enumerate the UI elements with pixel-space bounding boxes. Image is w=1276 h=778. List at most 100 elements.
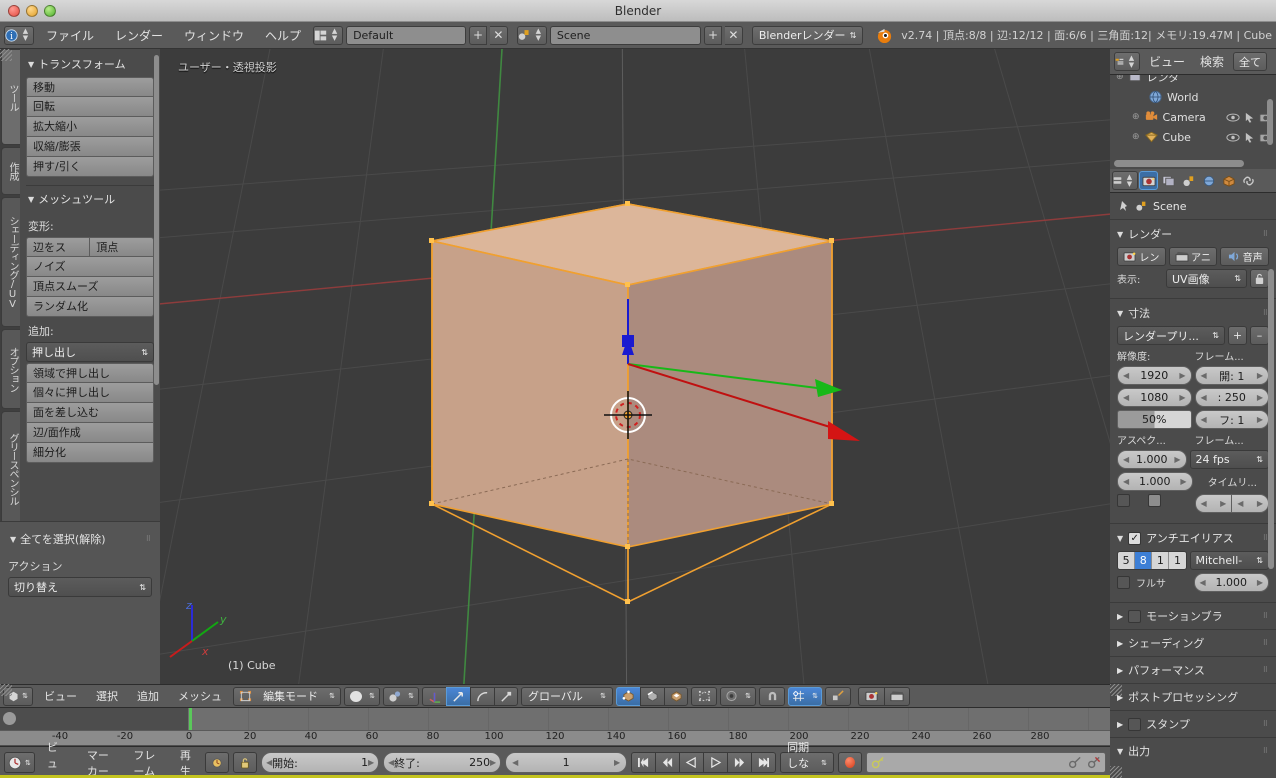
tab-tools[interactable]: ツール (1, 49, 20, 145)
timeline-menu-playback[interactable]: 再生 (172, 747, 201, 778)
editor-type-properties-icon[interactable]: ▲ ▼ (1112, 171, 1138, 190)
delete-screen-button[interactable]: ✕ (489, 25, 508, 45)
editor-type-info-icon[interactable]: i ▲ ▼ (4, 25, 34, 45)
current-frame-field[interactable]: ◀ 1 ▶ (505, 752, 628, 773)
viewport-shading-dropdown[interactable]: ⇅ (344, 686, 380, 706)
tool-vertex-slide[interactable]: 頂点 (90, 237, 154, 257)
decrement-arrow[interactable]: ◀ (1201, 371, 1207, 380)
maximize-button[interactable] (44, 5, 56, 17)
snap-element-dropdown[interactable]: ⇅ (788, 686, 822, 706)
panel-antialiasing-header[interactable]: ▼ ✓ アンチエイリアス ⠿ (1117, 528, 1269, 551)
decrement-arrow[interactable]: ◀ (1200, 578, 1206, 587)
increment-arrow[interactable]: ▶ (1257, 499, 1263, 508)
properties-tab-render[interactable] (1139, 171, 1158, 190)
rotate-manipulator-icon[interactable] (470, 686, 494, 706)
tool-shrink-fatten[interactable]: 収縮/膨張 (26, 137, 154, 157)
area-corner-grip[interactable] (0, 684, 12, 696)
tool-edge-slide[interactable]: 辺をス (26, 237, 91, 257)
jump-to-end-icon[interactable] (751, 752, 777, 773)
outliner-item-camera[interactable]: ⊕ Camera (1110, 107, 1276, 127)
menu-window[interactable]: ウィンドウ (175, 25, 253, 46)
tool-subdivide[interactable]: 細分化 (26, 443, 154, 463)
panel-performance[interactable]: ▶ パフォーマンス ⠿ (1110, 656, 1276, 683)
timeline-scroll-handle[interactable] (3, 712, 16, 725)
edge-select-icon[interactable] (640, 686, 664, 706)
extrude-dropdown[interactable]: 押し出し ⇅ (26, 342, 154, 362)
samples-option-8[interactable]: 8 (1135, 552, 1153, 569)
outliner-editor[interactable]: ▲ ▼ ビュー 検索 全て ⊕ レンダ World ⊕ Camera ⊕ Cub… (1110, 49, 1276, 169)
tab-shading-uv[interactable]: シェーディング/UV (1, 197, 20, 327)
viewport-menu-view[interactable]: ビュー (36, 688, 85, 704)
delete-scene-button[interactable]: ✕ (724, 25, 743, 45)
next-keyframe-icon[interactable] (727, 752, 752, 773)
properties-tab-object[interactable] (1219, 171, 1238, 190)
stamp-checkbox[interactable] (1128, 717, 1142, 731)
increment-arrow[interactable]: ▶ (1174, 455, 1180, 464)
snap-target-icon[interactable] (825, 686, 851, 706)
panel-motion-blur[interactable]: ▶ モーションブラ ⠿ (1110, 602, 1276, 629)
scene-browse-icon[interactable]: ▲ ▼ (516, 25, 547, 45)
display-mode-dropdown[interactable]: UV画像 ⇅ (1166, 269, 1247, 288)
close-button[interactable] (8, 5, 20, 17)
properties-editor[interactable]: ▲ ▼ Scene ▼ レンダー ⠿ レン アニ 音声 表示: UV画像 ⇅ ▼… (1110, 169, 1276, 778)
increment-arrow[interactable]: ▶ (1179, 371, 1185, 380)
keying-set-field[interactable] (866, 752, 1106, 773)
select-mode-group[interactable] (616, 686, 688, 706)
tool-make-edge-face[interactable]: 辺/面作成 (26, 423, 154, 443)
window-controls[interactable] (8, 5, 56, 17)
properties-tab-world[interactable] (1199, 171, 1218, 190)
increment-arrow[interactable]: ▶ (1257, 371, 1263, 380)
tool-inset-faces[interactable]: 面を差し込む (26, 403, 154, 423)
render-animation-button[interactable]: アニ (1168, 247, 1218, 266)
screen-layout-icon[interactable]: ▲ ▼ (313, 25, 344, 45)
timeline-playhead[interactable] (189, 708, 192, 730)
increment-arrow[interactable]: ▶ (1257, 578, 1263, 587)
tool-shelf[interactable]: ツール 作成 シェーディング/UV オプション グリースペンシル ▼ トランスフ… (0, 49, 160, 684)
samples-option-11[interactable]: 1 (1152, 552, 1170, 569)
tool-shelf-scrollbar[interactable] (154, 55, 159, 385)
viewport-canvas[interactable] (160, 49, 1110, 684)
properties-scrollbar[interactable] (1268, 269, 1274, 569)
expand-icon[interactable]: ⊕ (1132, 112, 1140, 122)
playback-controls[interactable] (631, 752, 777, 773)
sync-mode-dropdown[interactable]: 同期しない ⇅ (780, 741, 834, 778)
viewport-menu-mesh[interactable]: メッシュ (170, 688, 230, 704)
face-select-icon[interactable] (664, 686, 688, 706)
properties-tab-row[interactable]: ▲ ▼ (1110, 169, 1276, 193)
outliner-item-world[interactable]: World (1110, 87, 1276, 107)
properties-tab-scene[interactable] (1179, 171, 1198, 190)
resolution-y-field[interactable]: ◀ 1080 ▶ (1117, 388, 1192, 407)
panel-dimensions-header[interactable]: ▼ 寸法 ⠿ (1117, 303, 1269, 326)
outliner-vertical-scrollbar[interactable] (1267, 99, 1273, 145)
frame-rate-dropdown[interactable]: 24 fps ⇅ (1189, 450, 1269, 469)
expand-icon[interactable]: ⊕ (1116, 75, 1124, 82)
decrement-arrow[interactable]: ◀ (1201, 415, 1207, 424)
tool-smooth-vertex[interactable]: 頂点スムーズ (26, 277, 154, 297)
tool-randomize[interactable]: ランダム化 (26, 297, 154, 317)
expand-icon[interactable]: ⊕ (1132, 132, 1140, 142)
decrement-arrow[interactable]: ◀ (1201, 499, 1207, 508)
render-image-button[interactable]: レン (1117, 247, 1166, 266)
proportional-edit-dropdown[interactable]: ⇅ (720, 686, 756, 706)
resolution-percentage-slider[interactable]: 50% (1117, 410, 1192, 429)
area-corner-grip[interactable] (1110, 766, 1122, 778)
record-button[interactable] (838, 752, 862, 773)
panel-transform-header[interactable]: ▼ トランスフォーム (26, 53, 154, 77)
snap-magnet-icon[interactable] (759, 686, 785, 706)
timeline-menu-marker[interactable]: マーカー (79, 747, 122, 778)
motion-blur-checkbox[interactable] (1128, 609, 1142, 623)
menu-file[interactable]: ファイル (37, 25, 103, 46)
translate-manipulator-icon[interactable] (446, 686, 470, 706)
render-engine-dropdown[interactable]: Blenderレンダー ⇅ (751, 25, 864, 45)
editor-type-timeline-icon[interactable]: ⇅ (4, 752, 35, 773)
3d-viewport[interactable]: ユーザー・透視投影 z y x (1) Cube add-region-icon (160, 49, 1110, 684)
transform-orientation-dropdown[interactable]: グローバル ⇅ (521, 686, 613, 706)
menu-help[interactable]: ヘルプ (256, 25, 310, 46)
area-corner-grip[interactable] (1110, 684, 1122, 696)
operator-panel-header[interactable]: ▼ 全てを選択(解除) ⠿ (8, 528, 152, 552)
render-audio-button[interactable]: 音声 (1220, 247, 1270, 266)
vertex-select-icon[interactable] (616, 686, 640, 706)
viewport-menu-select[interactable]: 選択 (88, 688, 126, 704)
play-reverse-icon[interactable] (679, 752, 704, 773)
screen-layout-field[interactable]: Default (346, 25, 467, 45)
